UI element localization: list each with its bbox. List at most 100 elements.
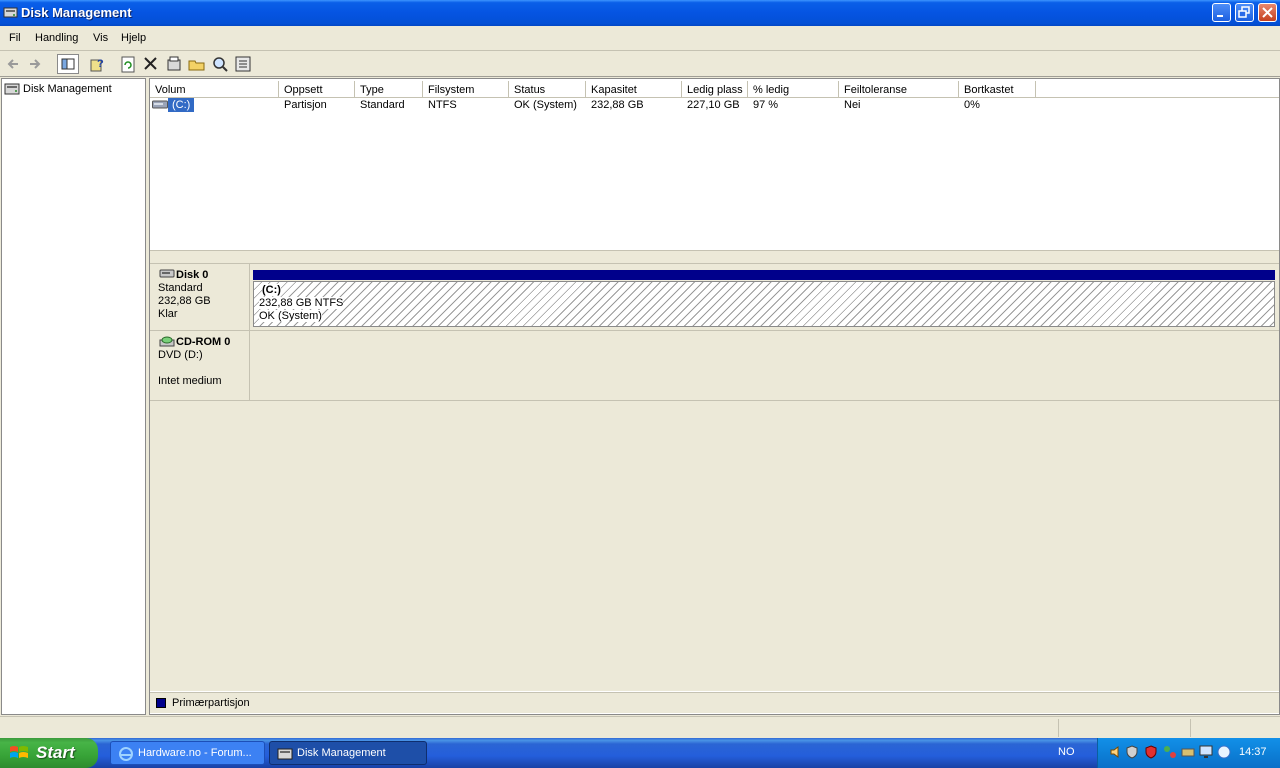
toolbar: ? — [0, 51, 1280, 77]
refresh-button[interactable] — [118, 54, 138, 74]
disk-0-size: 232,88 GB — [158, 295, 211, 307]
open-button[interactable] — [187, 54, 207, 74]
disk-management-icon — [4, 83, 20, 95]
help-icon: ? — [90, 58, 104, 72]
language-indicator[interactable]: NO — [1058, 746, 1075, 758]
volume-icon[interactable] — [1109, 745, 1123, 759]
column-feiltoleranse[interactable]: Feiltoleranse — [839, 81, 959, 98]
close-button[interactable] — [1258, 3, 1277, 22]
back-icon — [7, 59, 18, 69]
cdrom-0-row[interactable]: CD-ROM 0 DVD (D:) Intet medium — [150, 331, 1279, 401]
restore-icon — [1238, 6, 1250, 18]
cell-volum[interactable]: (C:) — [168, 98, 195, 112]
forward-icon — [30, 59, 41, 69]
minimize-button[interactable] — [1212, 3, 1231, 22]
cell-prosent-ledig: 97 % — [753, 99, 779, 111]
network-icon[interactable] — [1163, 745, 1177, 759]
connection-icon[interactable] — [1181, 745, 1195, 759]
status-separator — [1058, 719, 1059, 737]
taskbar: Start Hardware.no - Forum... Disk Manage… — [0, 738, 1280, 768]
cell-kapasitet: 232,88 GB — [591, 99, 644, 111]
disk-0-info[interactable]: Disk 0 Standard 232,88 GB Klar — [150, 264, 250, 330]
legend-primary-swatch — [156, 698, 166, 708]
column-bortkastet[interactable]: Bortkastet — [959, 81, 1036, 98]
cell-feiltoleranse: Nei — [844, 99, 861, 111]
cdrom-0-type: DVD (D:) — [158, 349, 203, 361]
taskbar-item-label: Hardware.no - Forum... — [138, 747, 252, 759]
cdrom-0-state: Intet medium — [158, 375, 222, 387]
tree-item-disk-management[interactable]: Disk Management — [23, 83, 112, 95]
system-tray: 14:37 — [1097, 738, 1280, 768]
drive-icon — [152, 100, 168, 109]
refresh-icon — [121, 56, 135, 73]
open-icon — [188, 60, 205, 71]
start-label: Start — [36, 743, 75, 762]
cell-bortkastet: 0% — [964, 99, 980, 111]
taskbar-item-disk-management[interactable]: Disk Management — [269, 741, 427, 765]
status-bar — [0, 716, 1280, 739]
show-hide-tree-button[interactable] — [57, 54, 79, 74]
rescan-button[interactable] — [210, 54, 230, 74]
minimize-icon — [1217, 15, 1223, 17]
legend-primary-label: Primærpartisjon — [172, 697, 250, 709]
close-icon — [1262, 7, 1273, 18]
column-prosent-ledig[interactable]: % ledig — [748, 81, 839, 98]
column-empty — [1036, 81, 1279, 98]
cell-status: OK (System) — [514, 99, 577, 111]
disk-0-state: Klar — [158, 308, 178, 320]
show-hide-tree-icon — [61, 58, 75, 70]
security-shield-icon[interactable] — [1125, 745, 1139, 759]
hard-disk-icon — [159, 269, 175, 278]
disk-0-type: Standard — [158, 282, 203, 294]
partition-c[interactable]: (C:) 232,88 GB NTFS OK (System) — [253, 281, 1275, 327]
partition-label: (C:) — [262, 284, 281, 296]
internet-explorer-icon — [119, 747, 133, 761]
disk-management-icon — [277, 748, 293, 760]
legend-bar: Primærpartisjon — [150, 692, 1279, 713]
menu-hjelp[interactable]: Hjelp — [121, 32, 146, 44]
console-tree: Disk Management — [1, 78, 146, 715]
svg-text:?: ? — [97, 58, 104, 70]
partition-header-bar — [253, 270, 1275, 280]
menu-vis[interactable]: Vis — [93, 32, 108, 44]
cdrom-0-name: CD-ROM 0 — [176, 336, 231, 348]
back-button[interactable] — [3, 54, 23, 74]
title-bar[interactable]: Disk Management — [0, 0, 1280, 26]
disk-0-row[interactable]: Disk 0 Standard 232,88 GB Klar (C:) 232,… — [150, 263, 1279, 331]
column-status[interactable]: Status — [509, 81, 586, 98]
start-button[interactable]: Start — [0, 738, 98, 768]
column-filsystem[interactable]: Filsystem — [423, 81, 509, 98]
details-pane: Volum Oppsett Type Filsystem Status Kapa… — [149, 78, 1280, 715]
column-volum[interactable]: Volum — [150, 81, 279, 98]
menu-fil[interactable]: Fil — [9, 32, 21, 44]
rescan-icon — [213, 57, 228, 72]
cell-filsystem: NTFS — [428, 99, 457, 111]
disk-management-icon — [3, 7, 18, 18]
partition-size-fs: 232,88 GB NTFS — [259, 297, 344, 309]
windows-logo-icon — [10, 746, 28, 758]
monitor-icon[interactable] — [1199, 745, 1213, 759]
properties-button[interactable] — [164, 54, 184, 74]
clock[interactable]: 14:37 — [1239, 746, 1267, 758]
column-type[interactable]: Type — [355, 81, 423, 98]
help-button[interactable]: ? — [88, 54, 108, 74]
disk-graph-area: Disk 0 Standard 232,88 GB Klar (C:) 232,… — [150, 259, 1279, 691]
delete-button[interactable] — [141, 54, 161, 74]
column-kapasitet[interactable]: Kapasitet — [586, 81, 682, 98]
cdrom-0-info[interactable]: CD-ROM 0 DVD (D:) Intet medium — [150, 331, 250, 400]
partition-status: OK (System) — [259, 310, 322, 322]
menu-handling[interactable]: Handling — [35, 32, 78, 44]
disk-0-name: Disk 0 — [176, 269, 209, 281]
taskbar-item-label: Disk Management — [297, 747, 386, 759]
column-oppsett[interactable]: Oppsett — [279, 81, 355, 98]
delete-icon — [144, 57, 157, 70]
forward-button[interactable] — [25, 54, 45, 74]
taskbar-item-browser[interactable]: Hardware.no - Forum... — [110, 741, 265, 765]
settings-button[interactable] — [233, 54, 253, 74]
antivirus-icon[interactable] — [1144, 745, 1158, 759]
cell-type: Standard — [360, 99, 405, 111]
restore-button[interactable] — [1235, 3, 1254, 22]
column-ledig-plass[interactable]: Ledig plass — [682, 81, 748, 98]
messenger-icon[interactable] — [1217, 745, 1231, 759]
cdrom-icon — [159, 336, 175, 347]
